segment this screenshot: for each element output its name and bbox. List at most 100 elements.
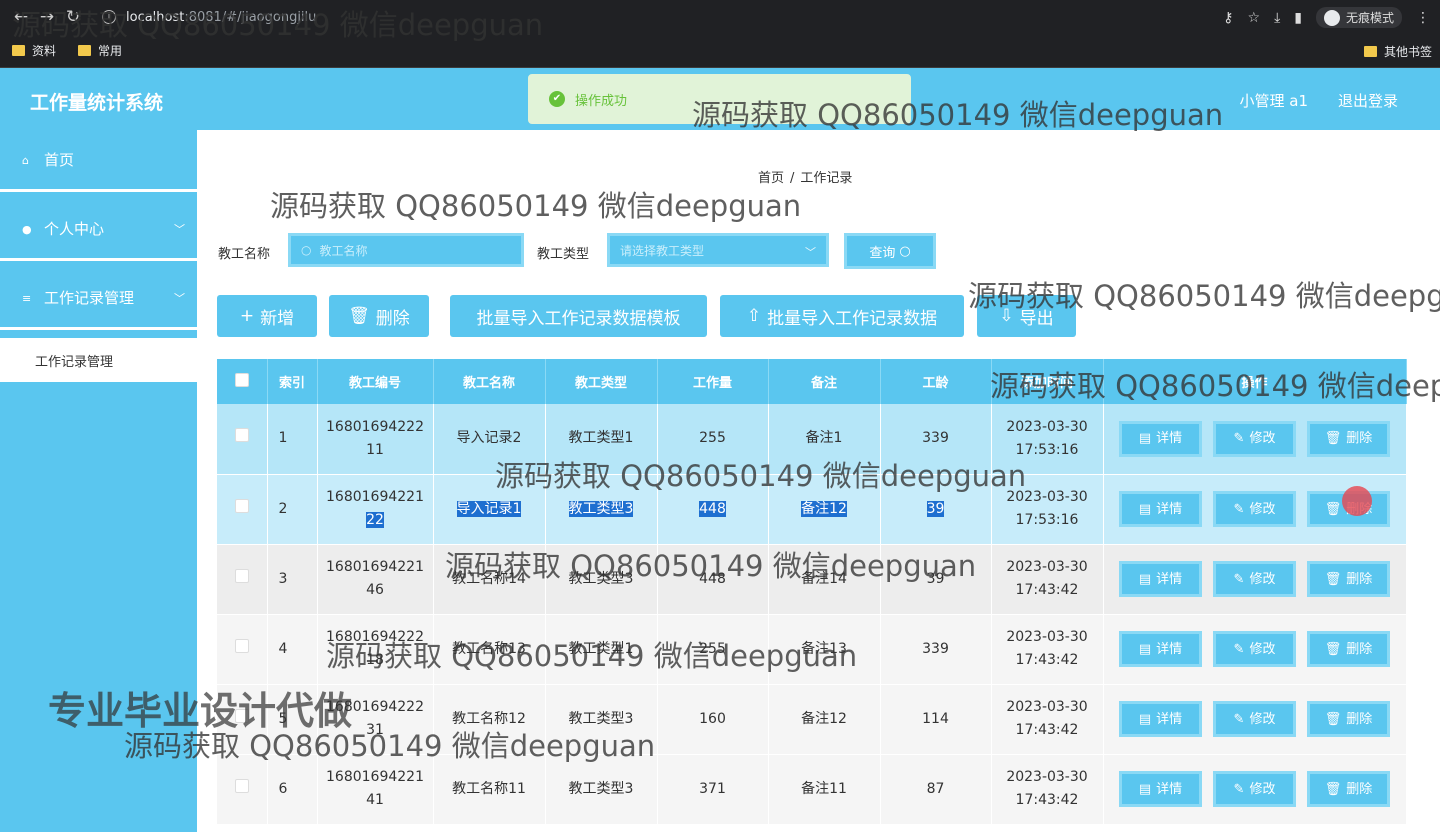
- cell-text: 教工类型3: [568, 500, 634, 517]
- edit-button[interactable]: ✎ 修改: [1213, 561, 1296, 597]
- row-checkbox[interactable]: [234, 568, 249, 583]
- watermark-text: 源码获取 QQ86050149 微信deepguan: [445, 549, 977, 583]
- edit-icon: ✎: [1233, 431, 1245, 447]
- detail-button[interactable]: ▤ 详情: [1119, 771, 1202, 807]
- code-cell: 16801694221 22: [317, 474, 434, 545]
- index-cell: 3: [267, 544, 318, 615]
- chevron-down-icon: ﹀: [174, 291, 185, 305]
- date-text: 2023-03-30: [1006, 699, 1088, 715]
- bulk-delete-button[interactable]: 🗑 删除: [329, 295, 429, 337]
- document-icon: ▤: [1138, 571, 1152, 587]
- cell-text: 339: [922, 430, 949, 447]
- folder-icon: [1363, 46, 1377, 57]
- detail-button[interactable]: ▤ 详情: [1119, 420, 1202, 457]
- row-delete-button[interactable]: 🗑删除: [1307, 631, 1390, 667]
- cell-text: 87: [926, 780, 945, 797]
- sidebar-item-label: 个人中心: [44, 220, 105, 238]
- cell-text: 448: [699, 500, 726, 517]
- type-select[interactable]: 请选择教工类型 ﹀: [607, 233, 829, 267]
- edit-label: 修改: [1249, 571, 1276, 587]
- row-delete-button[interactable]: 🗑删除: [1307, 420, 1390, 457]
- workload-cell: 160: [657, 684, 769, 755]
- ops-cell: ▤详情 ✎修改 🗑删除: [1103, 684, 1407, 755]
- delete-label: 删除: [1346, 781, 1373, 797]
- row-checkbox[interactable]: [234, 498, 249, 513]
- bookmark-folder[interactable]: 常用: [78, 42, 122, 59]
- row-checkbox[interactable]: [234, 778, 249, 793]
- document-icon: ▤: [1138, 641, 1152, 657]
- sidebar-subitem-work-records[interactable]: 工作记录管理: [0, 338, 197, 382]
- document-icon: ▤: [1138, 501, 1152, 517]
- sidepanel-icon[interactable]: ▮: [1294, 10, 1302, 26]
- edit-button[interactable]: ✎ 修改: [1213, 420, 1296, 457]
- row-delete-button[interactable]: 🗑删除: [1307, 561, 1390, 597]
- delete-label: 删除: [1346, 711, 1373, 727]
- edit-button[interactable]: ✎ 修改: [1213, 631, 1296, 667]
- edit-button[interactable]: ✎ 修改: [1213, 771, 1296, 807]
- delete-label: 删除: [1346, 571, 1373, 587]
- row-checkbox[interactable]: [234, 638, 249, 653]
- menu-icon[interactable]: ⋮: [1416, 10, 1430, 26]
- search-icon: ○: [301, 243, 312, 257]
- sidebar-item-personal[interactable]: ● 个人中心 ﹀: [0, 199, 197, 261]
- trash-icon: 🗑: [1324, 431, 1342, 447]
- add-button[interactable]: + 新增: [217, 295, 317, 337]
- column-header: 备注: [768, 359, 881, 404]
- bookmark-label: 资料: [32, 44, 57, 58]
- key-icon[interactable]: ⚷: [1223, 10, 1233, 26]
- edit-button[interactable]: ✎ 修改: [1213, 491, 1296, 527]
- detail-label: 详情: [1156, 641, 1183, 657]
- incognito-icon: [1323, 9, 1340, 26]
- name-search-input[interactable]: ○ 教工名称: [288, 233, 524, 267]
- column-header: 教工编号: [317, 359, 434, 404]
- import-template-button[interactable]: 批量导入工作记录数据模板: [450, 295, 707, 337]
- edit-button[interactable]: ✎ 修改: [1213, 701, 1296, 737]
- index-cell: 2: [267, 474, 318, 545]
- code-part: 22: [366, 512, 384, 528]
- chevron-down-icon: ﹀: [805, 246, 816, 259]
- row-delete-button[interactable]: 🗑删除: [1307, 701, 1390, 737]
- type-placeholder: 请选择教工类型: [620, 243, 705, 258]
- column-header: 工作量: [657, 359, 769, 404]
- incognito-badge[interactable]: 无痕模式: [1315, 7, 1402, 28]
- row-select-cell: [217, 404, 268, 475]
- delete-label: 删除: [1346, 641, 1373, 657]
- select-all-checkbox[interactable]: [234, 372, 249, 387]
- type-label: 教工类型: [537, 247, 590, 262]
- detail-button[interactable]: ▤ 详情: [1119, 491, 1202, 527]
- row-delete-button[interactable]: 🗑删除: [1307, 771, 1390, 807]
- trash-icon: 🗑: [348, 306, 370, 326]
- detail-label: 详情: [1156, 501, 1183, 517]
- sidebar-item-work-records[interactable]: ≡ 工作记录管理 ﹀: [0, 268, 197, 330]
- remark-cell: 备注11: [768, 754, 881, 825]
- code-part: 11: [366, 441, 384, 458]
- clock-text: 17:43:42: [1015, 722, 1079, 738]
- cursor-click-indicator: [1342, 486, 1372, 516]
- import-data-button[interactable]: ⇧ 批量导入工作记录数据: [720, 295, 964, 337]
- detail-button[interactable]: ▤ 详情: [1119, 631, 1202, 667]
- watermark-text: 源码获取 QQ86050149 微信deepguan: [326, 639, 858, 673]
- detail-label: 详情: [1156, 781, 1183, 797]
- query-button[interactable]: 查询 ○: [844, 233, 936, 269]
- row-select-cell: [217, 544, 268, 615]
- trash-icon: 🗑: [1324, 781, 1342, 797]
- clock-text: 17:53:16: [1015, 512, 1079, 528]
- column-header: 工龄: [880, 359, 992, 404]
- upload-icon: ⇧: [746, 306, 762, 326]
- code-cell: 16801694222 11: [317, 404, 434, 475]
- other-bookmarks[interactable]: 其他书签: [1363, 43, 1432, 60]
- ops-cell: ▤详情 ✎修改 🗑删除: [1103, 544, 1407, 615]
- bookmark-folder[interactable]: 资料: [12, 42, 56, 59]
- row-checkbox[interactable]: [234, 428, 249, 443]
- app-title: 工作量统计系统: [30, 92, 164, 114]
- detail-button[interactable]: ▤ 详情: [1119, 701, 1202, 737]
- download-icon[interactable]: ⤓: [1274, 10, 1280, 26]
- detail-button[interactable]: ▤ 详情: [1119, 561, 1202, 597]
- clock-text: 17:43:42: [1015, 582, 1079, 598]
- cell-text: 备注12: [801, 710, 847, 727]
- watermark-banner: 专业毕业设计代做: [48, 689, 353, 733]
- logout-link[interactable]: 退出登录: [1338, 90, 1398, 111]
- sidebar-item-home[interactable]: ⌂ 首页: [0, 130, 197, 192]
- star-icon[interactable]: ☆: [1248, 10, 1261, 26]
- query-label: 查询: [869, 245, 896, 261]
